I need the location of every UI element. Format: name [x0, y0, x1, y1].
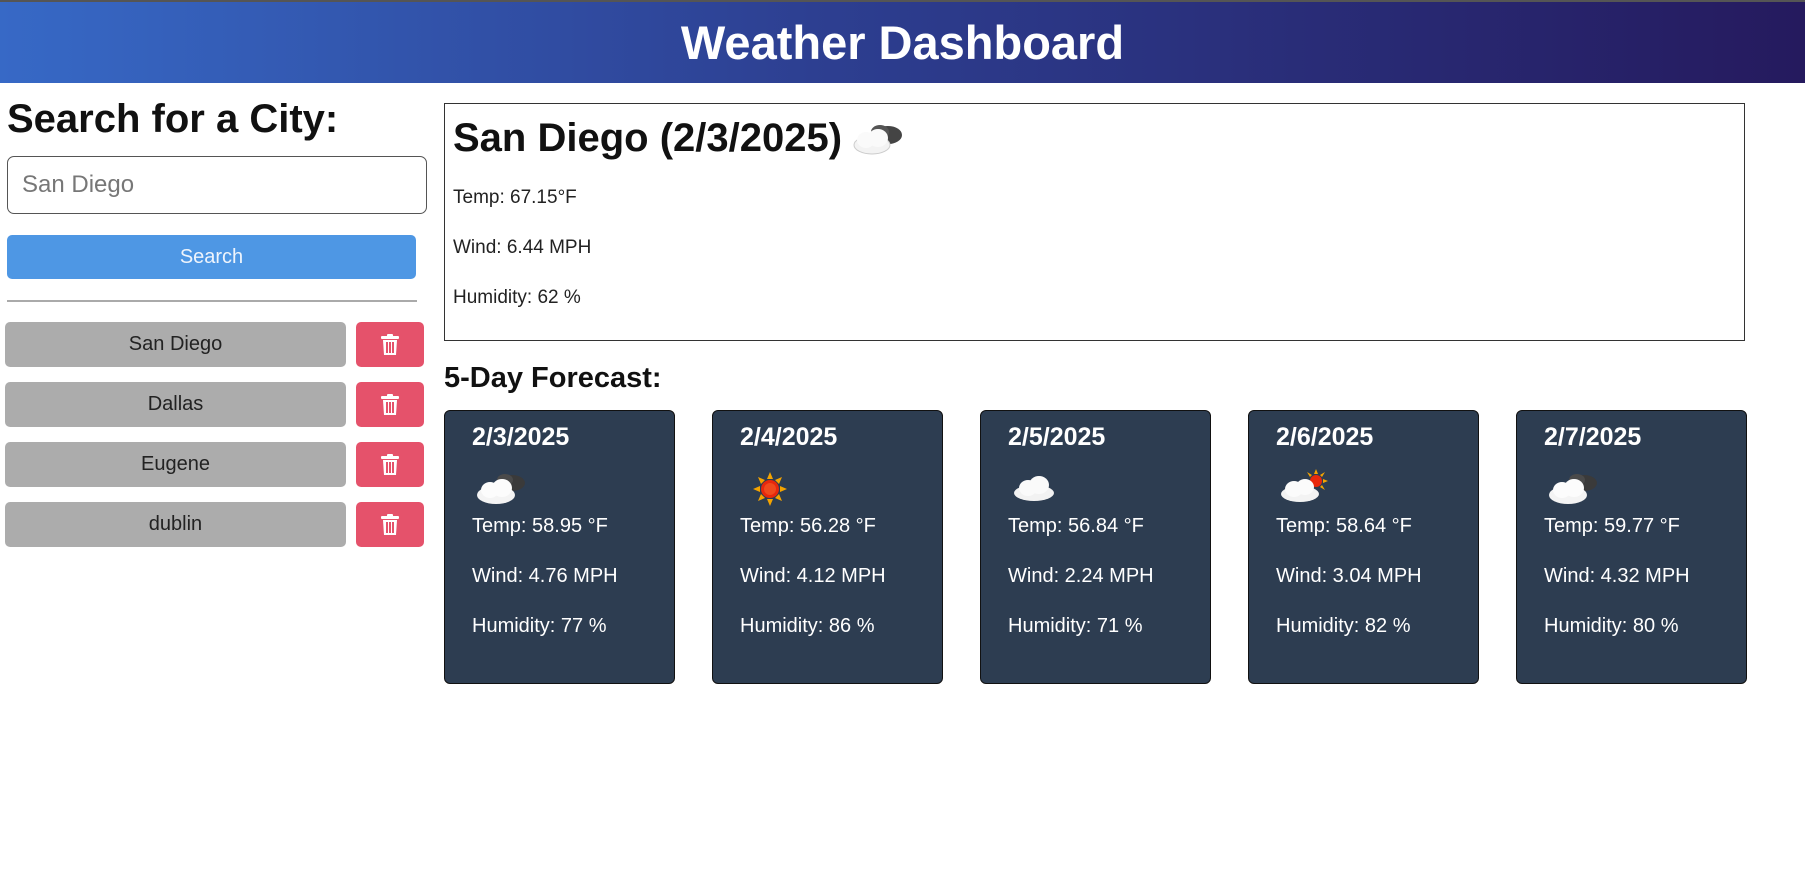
- forecast-temp: Temp: 59.77 °F: [1544, 515, 1680, 537]
- trash-icon: [381, 393, 399, 415]
- trash-icon: [381, 513, 399, 535]
- forecast-temp: Temp: 56.28 °F: [740, 515, 876, 537]
- cloud-with-dark-cloud-icon: [1549, 474, 1597, 504]
- trash-icon: [381, 333, 399, 355]
- current-city-date: San Diego (2/3/2025): [453, 116, 843, 160]
- search-heading: Search for a City:: [7, 97, 339, 141]
- forecast-wind: Wind: 4.76 MPH: [472, 565, 618, 587]
- cloud-icon: [1014, 476, 1054, 501]
- delete-city-button[interactable]: [356, 502, 424, 547]
- forecast-date: 2/7/2025: [1544, 423, 1642, 451]
- history-city-button[interactable]: San Diego: [5, 322, 346, 367]
- forecast-card: 2/4/2025 Temp: 56.28 °F Wind: 4.12 MPH H: [712, 410, 943, 684]
- app-header: Weather Dashboard: [0, 2, 1805, 83]
- history-item: San Diego: [5, 322, 425, 367]
- history-city-button[interactable]: Dallas: [5, 382, 346, 427]
- history-city-button[interactable]: dublin: [5, 502, 346, 547]
- current-weather-title: San Diego (2/3/2025): [453, 116, 906, 161]
- forecast-date: 2/5/2025: [1008, 423, 1106, 451]
- forecast-humidity: Humidity: 71 %: [1008, 615, 1143, 637]
- forecast-card: 2/7/2025 Temp: 59.77 °F Wind: 4.32 MPH H…: [1516, 410, 1747, 684]
- forecast-temp: Temp: 58.64 °F: [1276, 515, 1412, 537]
- forecast-wind: Wind: 4.12 MPH: [740, 565, 886, 587]
- forecast-humidity: Humidity: 77 %: [472, 615, 607, 637]
- forecast-card: 2/3/2025 Temp: 58.95 °F Wind: 4.76 MPH H…: [444, 410, 675, 684]
- delete-city-button[interactable]: [356, 322, 424, 367]
- forecast-humidity: Humidity: 86 %: [740, 615, 875, 637]
- history-item: Dallas: [5, 382, 425, 427]
- forecast-humidity: Humidity: 82 %: [1276, 615, 1411, 637]
- partly-cloudy-icon: [853, 124, 903, 154]
- search-button[interactable]: Search: [7, 235, 416, 279]
- forecast-humidity: Humidity: 80 %: [1544, 615, 1679, 637]
- forecast-wind: Wind: 2.24 MPH: [1008, 565, 1154, 587]
- history-item: dublin: [5, 502, 425, 547]
- forecast-temp: Temp: 56.84 °F: [1008, 515, 1144, 537]
- sun-behind-cloud-icon: [1281, 469, 1328, 502]
- trash-icon: [381, 453, 399, 475]
- forecast-wind: Wind: 4.32 MPH: [1544, 565, 1690, 587]
- forecast-date: 2/3/2025: [472, 423, 570, 451]
- sun-icon: [753, 472, 787, 506]
- history-city-button[interactable]: Eugene: [5, 442, 346, 487]
- current-temp: Temp: 67.15°F: [453, 187, 577, 208]
- forecast-date: 2/4/2025: [740, 423, 838, 451]
- search-history: San Diego Dallas Eugene dublin: [5, 322, 425, 562]
- delete-city-button[interactable]: [356, 382, 424, 427]
- forecast-card: 2/5/2025 Temp: 56.84 °F Wind: 2.24 MPH H…: [980, 410, 1211, 684]
- history-item: Eugene: [5, 442, 425, 487]
- sidebar-divider: [7, 300, 417, 302]
- cloud-with-dark-cloud-icon: [477, 474, 525, 504]
- forecast-card: 2/6/2025 Temp: 58.64 °F Wind: 3.04 MPH H…: [1248, 410, 1479, 684]
- current-weather-panel: San Diego (2/3/2025) Temp: 67.15°F Wind:…: [444, 103, 1745, 341]
- forecast-cards: 2/3/2025 Temp: 58.95 °F Wind: 4.76 MPH H…: [444, 410, 1747, 684]
- forecast-heading: 5-Day Forecast:: [444, 362, 662, 394]
- current-wind: Wind: 6.44 MPH: [453, 237, 592, 258]
- delete-city-button[interactable]: [356, 442, 424, 487]
- forecast-wind: Wind: 3.04 MPH: [1276, 565, 1422, 587]
- app-title: Weather Dashboard: [680, 16, 1125, 69]
- forecast-temp: Temp: 58.95 °F: [472, 515, 608, 537]
- forecast-date: 2/6/2025: [1276, 423, 1374, 451]
- current-humidity: Humidity: 62 %: [453, 287, 581, 308]
- city-search-input[interactable]: [7, 156, 427, 214]
